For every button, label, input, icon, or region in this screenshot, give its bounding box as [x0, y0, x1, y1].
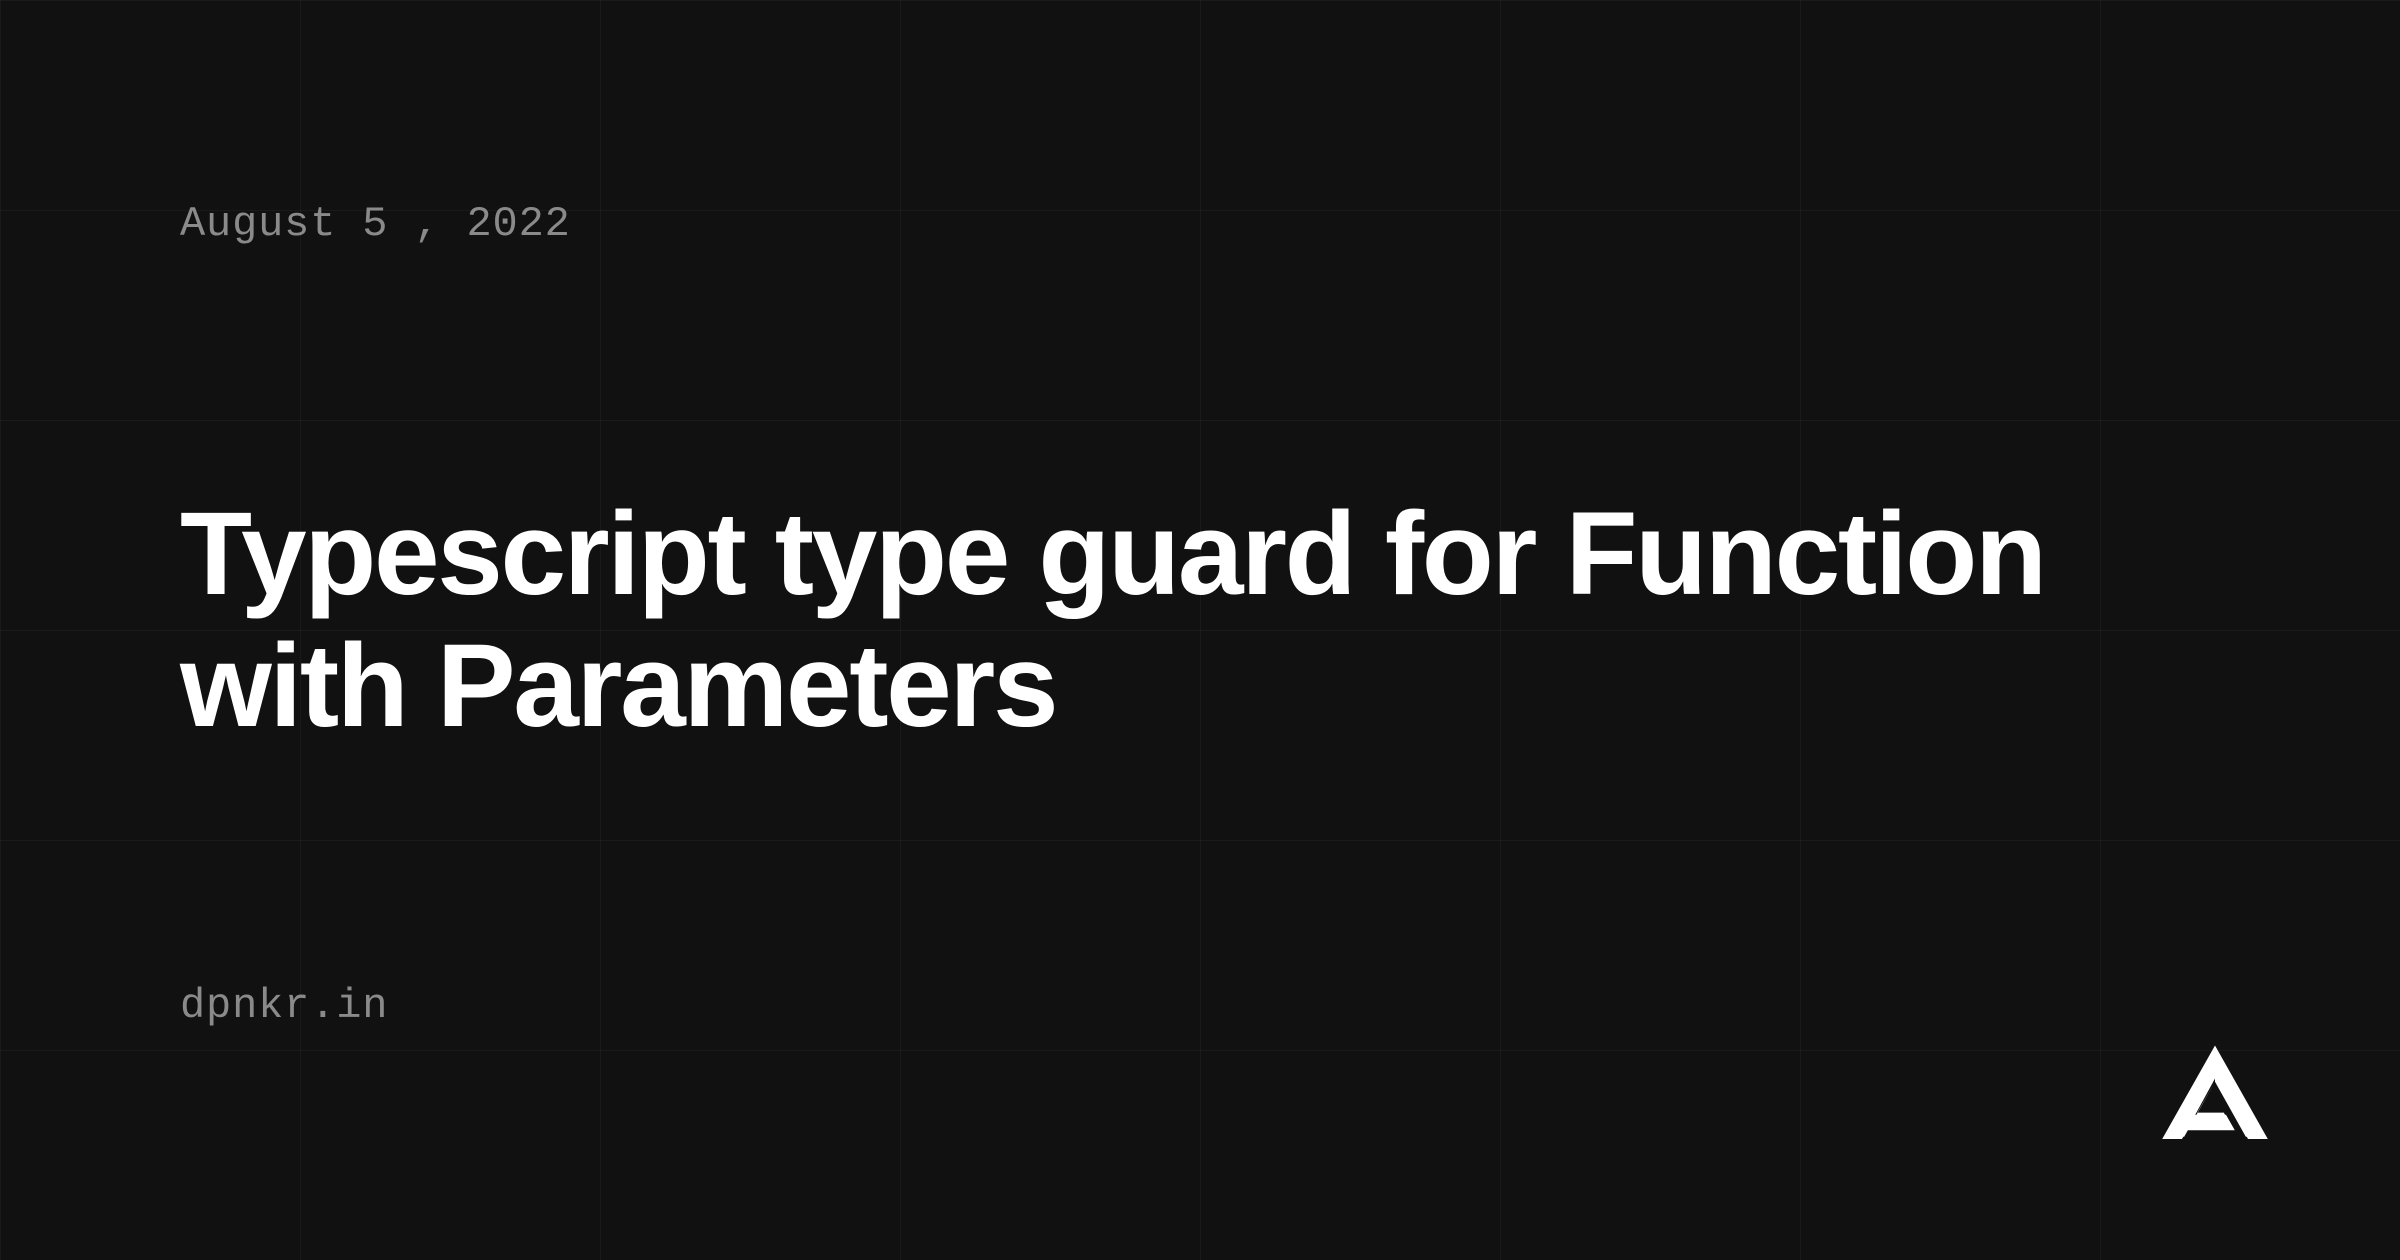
content-container: August 5 , 2022 Typescript type guard fo… — [0, 0, 2400, 1260]
post-date: August 5 , 2022 — [180, 200, 2220, 248]
site-domain: dpnkr.in — [180, 982, 2220, 1030]
post-title: Typescript type guard for Function with … — [180, 488, 2220, 752]
site-logo-icon — [2160, 1040, 2270, 1150]
